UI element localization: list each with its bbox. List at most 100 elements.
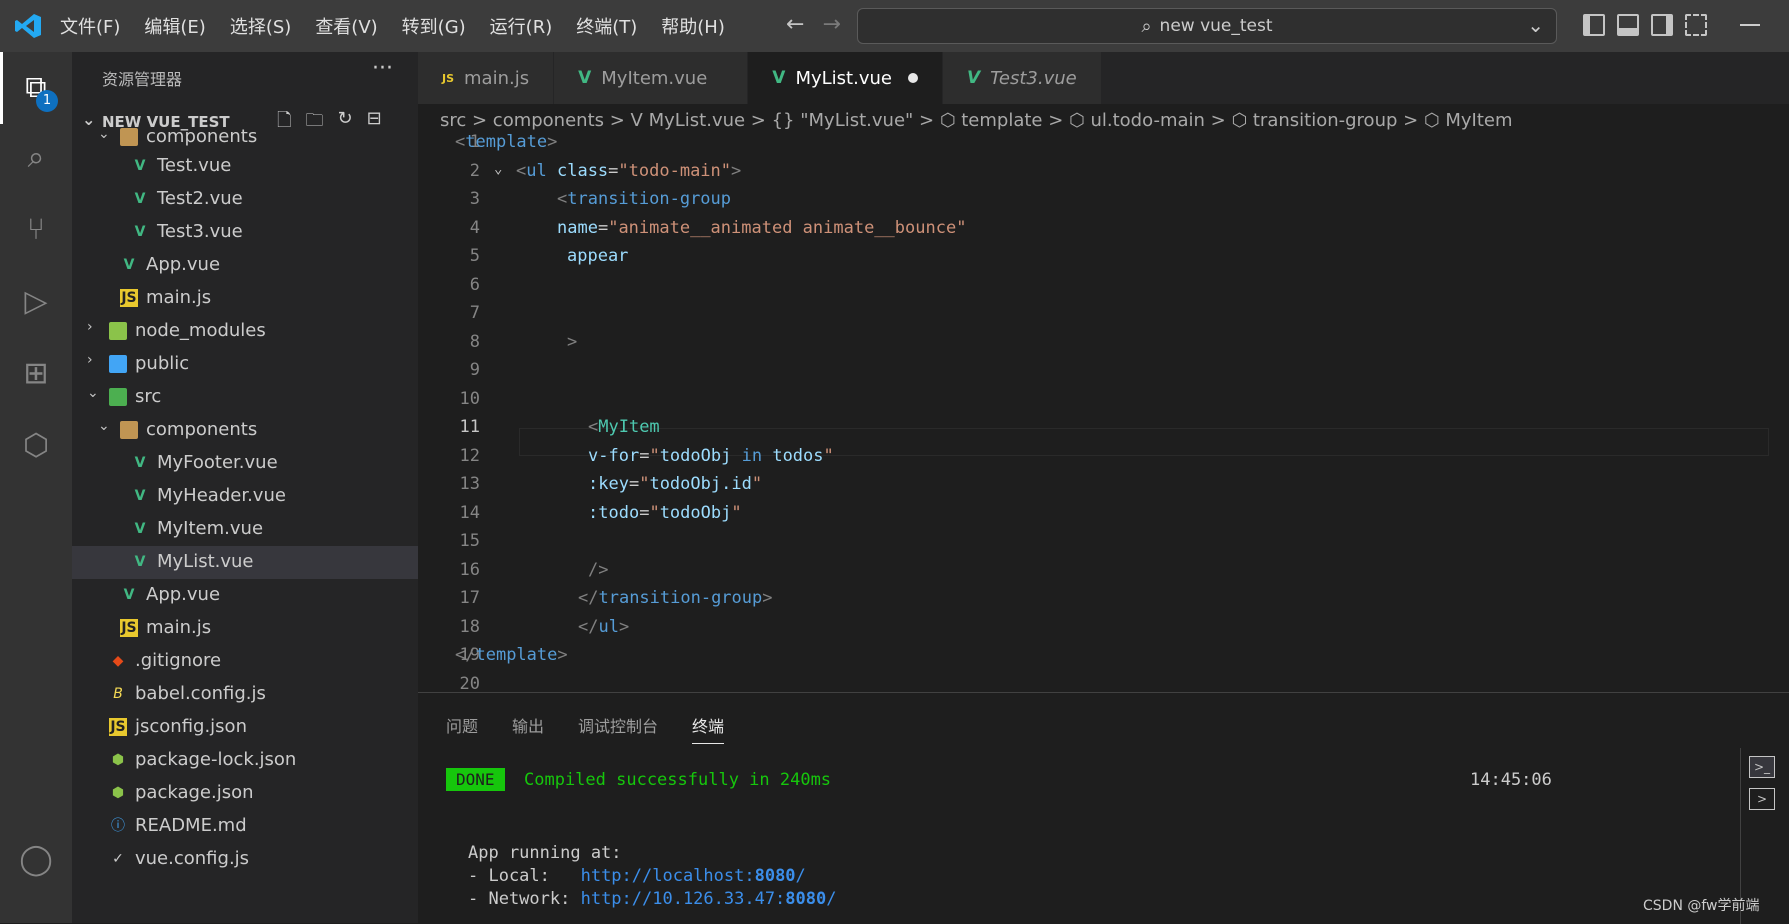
vue-file-icon: V — [123, 257, 135, 273]
compile-time: 14:45:06 — [1470, 770, 1552, 790]
toggle-panel-icon[interactable] — [1617, 14, 1639, 36]
tab-myitem-vue[interactable]: V MyItem.vue — [554, 52, 749, 104]
file-tree-item[interactable]: JS jsconfig.json — [72, 711, 418, 744]
tab-main-js[interactable]: JS main.js — [418, 52, 555, 104]
local-url-prefix: http://localhost: — [580, 866, 755, 886]
file-tree-item[interactable]: V App.vue — [72, 579, 418, 612]
file-tree-item[interactable]: ⌄ components — [72, 126, 418, 150]
line-number: 9 — [469, 360, 480, 380]
tab-test3-vue[interactable]: V Test3.vue — [942, 52, 1102, 104]
config-file-icon: ✓ — [112, 851, 124, 867]
line-number: 4 — [469, 217, 480, 238]
terminal-icon[interactable]: > — [1749, 788, 1775, 810]
tab-mylist-vue[interactable]: V MyList.vue — [748, 52, 943, 104]
menu-go[interactable]: 转到(G) — [402, 13, 466, 39]
folder-icon — [109, 355, 127, 373]
file-tree-item[interactable]: V MyItem.vue — [72, 513, 418, 546]
file-tree-item[interactable]: V App.vue — [72, 249, 418, 282]
line-number: 2 — [469, 160, 480, 181]
js-file-icon: JS — [442, 71, 455, 85]
file-tree-item[interactable]: › public — [72, 348, 418, 381]
code-line: appear — [567, 246, 629, 266]
compiled-message: Compiled successfully in 240ms — [524, 770, 832, 790]
file-tree-item[interactable]: V Test2.vue — [72, 183, 418, 216]
info-icon: ⓘ — [111, 818, 125, 834]
menu-run[interactable]: 运行(R) — [490, 13, 553, 39]
menu-edit[interactable]: 编辑(E) — [144, 13, 205, 39]
toggle-sidebar-icon[interactable] — [1583, 14, 1605, 36]
bottom-panel: 问题 输出 调试控制台 终端 DONE Compiled successfull… — [418, 692, 1789, 924]
run-debug-icon[interactable]: ▷ — [18, 284, 54, 320]
fold-chevron-icon[interactable]: ⌄ — [494, 161, 502, 177]
command-center-search[interactable]: ⌕ new vue_test ⌄ — [857, 8, 1557, 44]
minimize-icon[interactable] — [1740, 24, 1760, 26]
code-editor[interactable]: 1 2 3 4 5 6 7 8 9 10 11 12 13 14 15 16 17 18 19 20 <template… — [418, 132, 1789, 694]
new-file-icon[interactable]: 🗋 — [277, 108, 291, 138]
file-tree-label: MyList.vue — [157, 551, 254, 572]
line-number: 12 — [459, 445, 480, 466]
panel-tab-output[interactable]: 输出 — [512, 713, 544, 744]
panel-tab-problems[interactable]: 问题 — [446, 713, 478, 744]
file-tree-label: README.md — [135, 815, 247, 836]
panel-tab-terminal[interactable]: 终端 — [692, 713, 725, 744]
collapse-all-icon[interactable]: ⊟ — [367, 108, 382, 138]
toggle-secondary-sidebar-icon[interactable] — [1651, 14, 1673, 36]
file-tree-item[interactable]: › node_modules — [72, 315, 418, 348]
menu-terminal[interactable]: 终端(T) — [576, 13, 637, 39]
breadcrumb[interactable]: src > components > V MyList.vue > {} "My… — [440, 110, 1513, 131]
refresh-icon[interactable]: ↻ — [337, 108, 352, 138]
menu-selection[interactable]: 选择(S) — [230, 13, 291, 39]
account-icon[interactable]: ◯ — [18, 842, 54, 878]
file-tree-item[interactable]: JS main.js — [72, 612, 418, 645]
network-url-link[interactable]: http://10.126.33.47:8080/ — [581, 889, 837, 909]
file-tree-item[interactable]: ⬢ package.json — [72, 777, 418, 810]
file-tree-label: jsconfig.json — [135, 716, 247, 737]
file-tree-label: Test2.vue — [157, 188, 243, 209]
new-folder-icon[interactable]: 🗀 — [305, 108, 323, 138]
file-tree-label: package-lock.json — [135, 749, 297, 770]
code-line: /> — [588, 559, 609, 580]
file-tree-item[interactable]: V MyList.vue — [72, 546, 418, 579]
menu-view[interactable]: 查看(V) — [315, 13, 377, 39]
file-tree-item[interactable]: ⓘ README.md — [72, 810, 418, 843]
file-tree-item[interactable]: Bbabel.config.js — [72, 678, 418, 711]
terminal-icon[interactable]: >_ — [1749, 756, 1775, 778]
line-number: 17 — [459, 588, 480, 608]
file-tree: ⌄ components V Test.vue V Test2.vue V Test3.vue… — [72, 126, 418, 876]
search-icon[interactable]: ⌕ — [18, 140, 54, 176]
code-line: > — [567, 331, 578, 352]
folder-icon — [120, 128, 138, 146]
unsaved-dot-icon[interactable] — [907, 73, 918, 83]
vue-file-icon: V — [134, 521, 146, 537]
chevron-down-icon[interactable]: ⌄ — [1527, 13, 1544, 37]
file-tree-item[interactable]: V MyHeader.vue — [72, 480, 418, 513]
back-arrow-icon[interactable]: ← — [786, 12, 804, 37]
file-tree-item[interactable]: V Test.vue — [72, 150, 418, 183]
remote-explorer-icon[interactable]: ⬡ — [18, 428, 54, 464]
file-tree-item[interactable]: ⌄ src — [72, 381, 418, 414]
network-port: 8080 — [785, 889, 827, 909]
menu-help[interactable]: 帮助(H) — [661, 13, 725, 39]
extensions-icon[interactable]: ⊞ — [18, 356, 54, 392]
file-tree-item[interactable]: ⬢ package-lock.json — [72, 744, 418, 777]
file-tree-item[interactable]: V Test3.vue — [72, 216, 418, 249]
vue-file-icon: V — [134, 224, 146, 240]
explorer-badge: 1 — [36, 90, 58, 112]
more-actions-icon[interactable]: ··· — [372, 56, 393, 81]
file-tree-item[interactable]: ◆ .gitignore — [72, 645, 418, 678]
title-bar: 文件(F) 编辑(E) 选择(S) 查看(V) 转到(G) 运行(R) 终端(T… — [0, 0, 1789, 52]
panel-tab-debug-console[interactable]: 调试控制台 — [578, 713, 658, 744]
line-number: 7 — [469, 303, 480, 323]
source-control-icon[interactable]: ⑂ — [18, 212, 54, 248]
file-tree-item[interactable]: ⌄ components — [72, 414, 418, 447]
panel-tabs: 问题 输出 调试控制台 终端 — [446, 713, 725, 744]
network-url-prefix: http://10.126.33.47: — [580, 889, 786, 909]
customize-layout-icon[interactable] — [1685, 14, 1707, 36]
file-tree-item[interactable]: JS main.js — [72, 282, 418, 315]
forward-arrow-icon[interactable]: → — [822, 12, 840, 37]
local-url-link[interactable]: http://localhost:8080/ — [581, 866, 806, 886]
file-tree-item[interactable]: V MyFooter.vue — [72, 447, 418, 480]
file-tree-item[interactable]: ✓ vue.config.js — [72, 843, 418, 876]
file-tree-label: .gitignore — [135, 650, 222, 671]
menu-file[interactable]: 文件(F) — [60, 13, 120, 39]
